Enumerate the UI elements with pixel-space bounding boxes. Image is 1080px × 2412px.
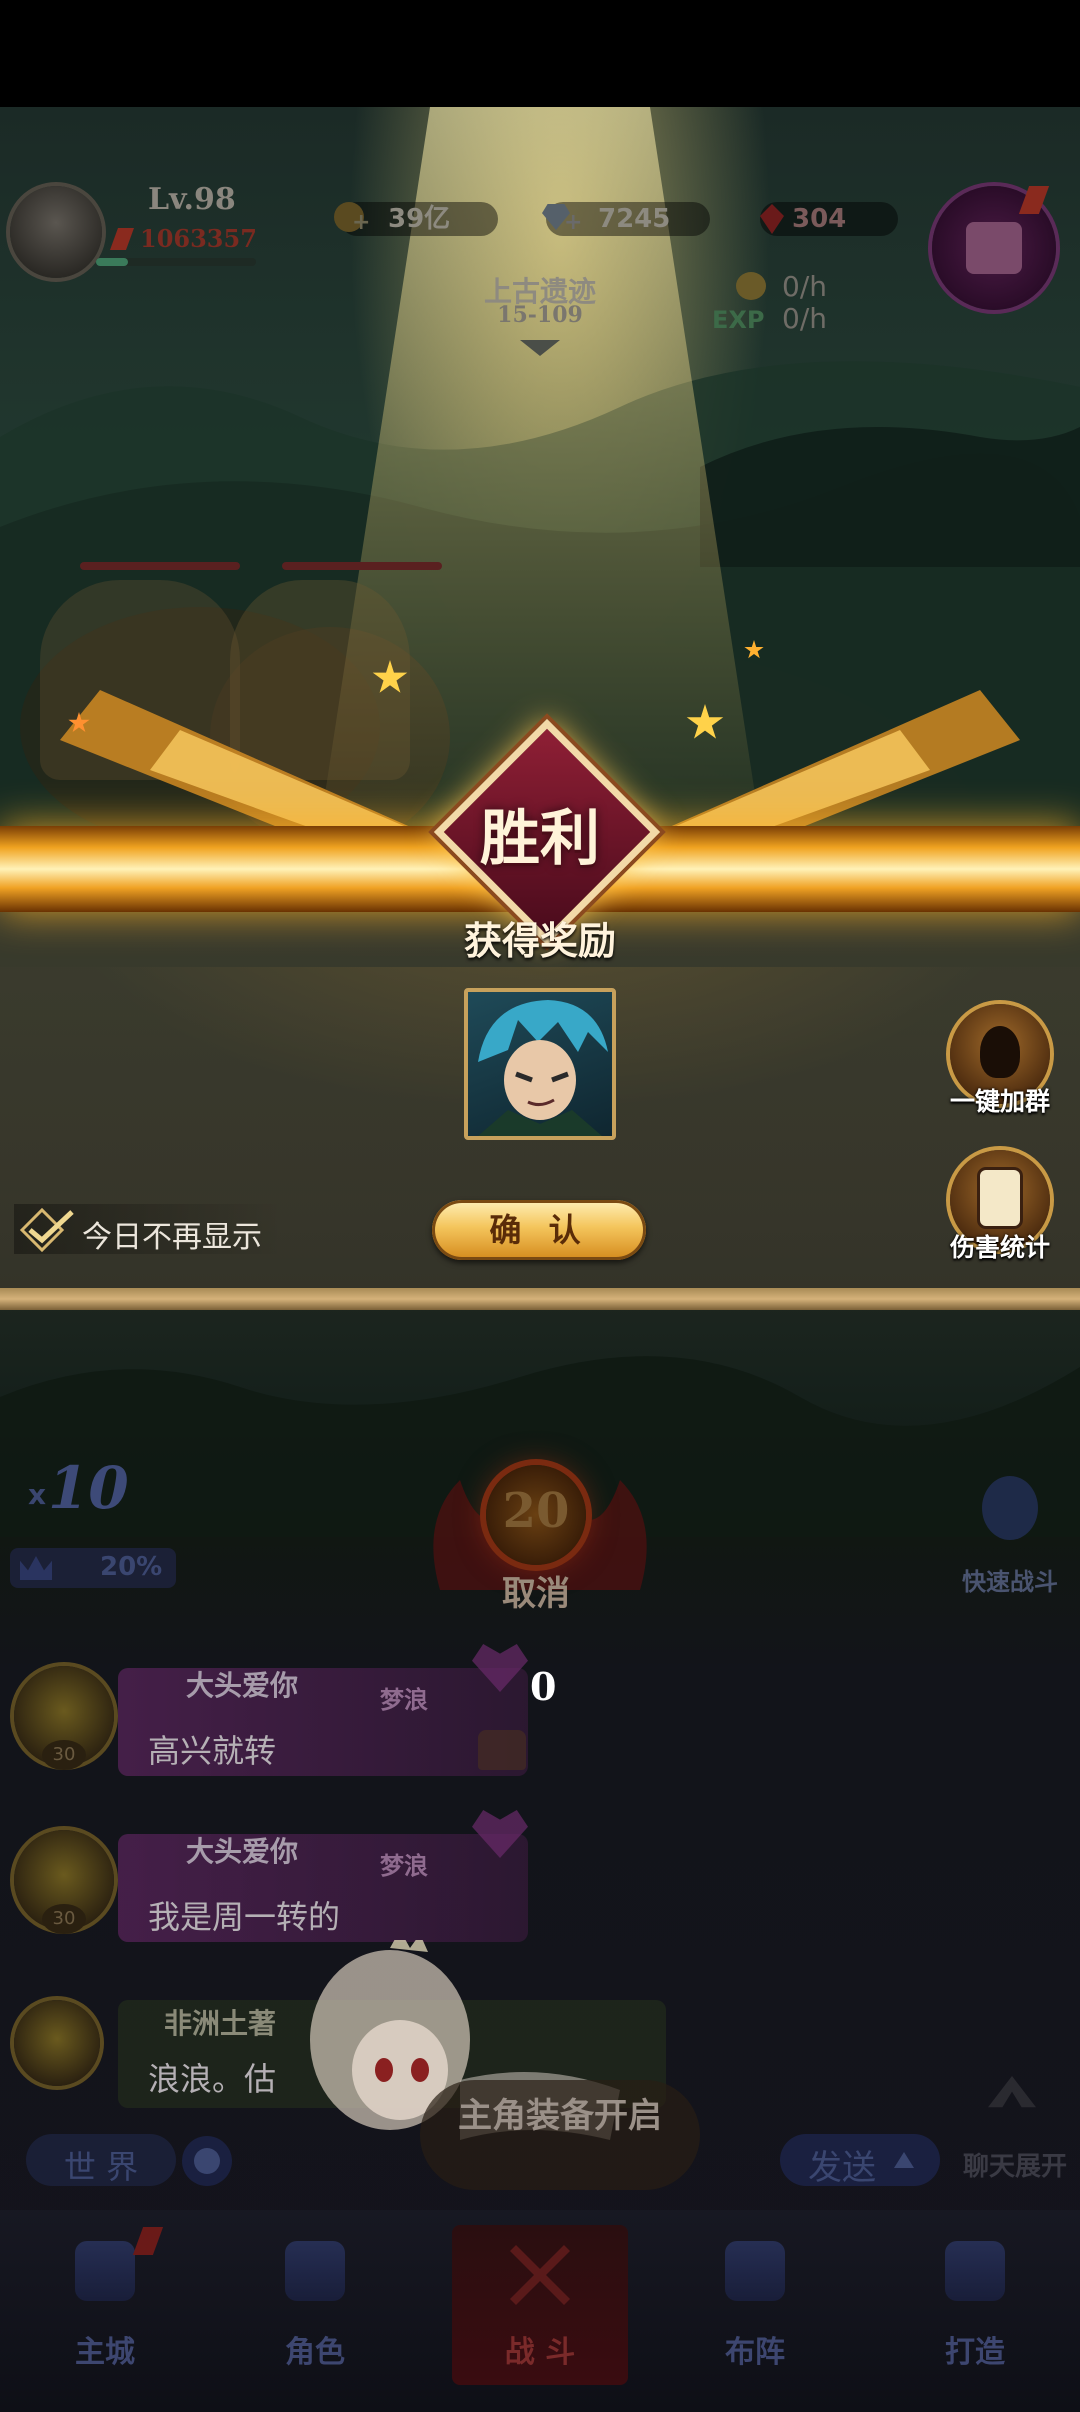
castle-icon xyxy=(75,2241,135,2301)
nav-battle[interactable]: 战 斗 xyxy=(452,2225,628,2385)
notification-badge-icon xyxy=(132,2227,164,2255)
chat-sender-tag: 梦浪 xyxy=(380,1686,428,1714)
stage-number: 15-109 xyxy=(497,302,583,328)
damage-stats-label[interactable]: 伤害统计 xyxy=(920,1228,1080,1264)
send-label: 发送 xyxy=(808,2148,876,2188)
enemy-hp-bar xyxy=(282,562,442,570)
bonus-percent: 20% xyxy=(100,1552,163,1582)
join-group-label[interactable]: 一键加群 xyxy=(920,1082,1080,1118)
crown-icon xyxy=(20,1556,52,1580)
nav-label: 角色 xyxy=(285,2335,345,2370)
chat-message-text: 浪浪。估 xyxy=(148,2060,277,2098)
emoji-button[interactable] xyxy=(182,2136,232,2186)
gem-amount: 304 xyxy=(792,204,847,234)
chat-avatar[interactable]: 30 xyxy=(14,1666,114,1770)
quick-battle-button[interactable] xyxy=(960,1472,1060,1552)
unread-count: 0 xyxy=(530,1664,557,1709)
ruby-icon xyxy=(760,204,784,234)
chat-message-text: 高兴就转 xyxy=(148,1732,277,1770)
checkbox-check-icon xyxy=(19,1207,74,1252)
status-bar xyxy=(0,0,1080,107)
penguin-icon xyxy=(980,1026,1020,1078)
add-diamond-icon[interactable]: + xyxy=(564,206,582,240)
add-gold-icon[interactable]: + xyxy=(352,206,370,240)
gold-rate: 0/h xyxy=(782,270,827,303)
cake-icon xyxy=(478,1730,526,1770)
exp-bar xyxy=(96,258,256,266)
panel-bottom-border xyxy=(0,1288,1080,1310)
quick-battle-label[interactable]: 快速战斗 xyxy=(940,1562,1080,1597)
gold-amount: 39亿 xyxy=(388,204,451,234)
speed-multiplier[interactable]: x 10 xyxy=(14,1450,134,1522)
quest-scroll-button[interactable] xyxy=(932,186,1056,310)
chat-avatar[interactable]: 30 xyxy=(14,1830,114,1934)
nav-label: 布阵 xyxy=(725,2335,785,2370)
nav-formation[interactable]: 布阵 xyxy=(680,2225,830,2385)
chat-channel-label: 世 界 xyxy=(63,2148,139,2186)
clipboard-icon xyxy=(980,1170,1020,1226)
feature-unlock-text: 主角装备开启 xyxy=(458,2096,662,2136)
feature-unlock-notice: 主角装备开启 xyxy=(420,2080,700,2190)
helmet-icon xyxy=(285,2241,345,2301)
enemy-hp-bar xyxy=(80,562,240,570)
chat-sender-name[interactable]: 大头爱你 xyxy=(186,1830,298,1870)
dont-show-today-toggle[interactable]: 今日不再显示 xyxy=(14,1204,284,1255)
cancel-button[interactable]: 取消 xyxy=(480,1566,592,1615)
countdown-timer: 20 xyxy=(486,1465,586,1565)
nav-label: 打造 xyxy=(945,2335,1005,2370)
chat-level-badge: 30 xyxy=(42,1904,86,1934)
nav-main-city[interactable]: 主城 xyxy=(30,2225,180,2385)
speed-value: 10 xyxy=(48,1454,129,1522)
chat-message-text: 我是周一转的 xyxy=(148,1898,341,1936)
hero-portrait-icon xyxy=(478,1000,608,1136)
exp-rate-label: EXP xyxy=(712,306,765,334)
reward-hero-card[interactable] xyxy=(464,988,616,1140)
reward-title: 获得奖励 xyxy=(463,919,616,963)
victory-title: 胜利 xyxy=(480,804,600,874)
confirm-button[interactable]: 确 认 xyxy=(432,1200,646,1260)
chat-channel-button[interactable]: 世 界 xyxy=(26,2134,176,2186)
nav-label: 主城 xyxy=(75,2335,135,2370)
dont-show-today-label: 今日不再显示 xyxy=(82,1220,262,1255)
chat-sender-tag: 梦浪 xyxy=(380,1852,428,1880)
chat-sender-name[interactable]: 大头爱你 xyxy=(186,1664,298,1704)
anvil-icon xyxy=(945,2241,1005,2301)
smiley-icon xyxy=(194,2148,220,2174)
player-level: Lv.98 xyxy=(148,182,236,217)
gold-rate-icon xyxy=(736,272,766,300)
chat-expand-label[interactable]: 聊天展开 xyxy=(952,2146,1078,2183)
hourglass-icon xyxy=(982,1476,1038,1540)
bonus-percent-pill: 20% xyxy=(10,1548,176,1588)
player-power: 1063357 xyxy=(140,224,257,253)
chat-avatar[interactable] xyxy=(14,2000,100,2086)
diamond-amount: 7245 xyxy=(598,204,671,234)
send-button[interactable]: 发送 xyxy=(780,2134,940,2188)
diamond-counter[interactable]: + 7245 xyxy=(542,202,710,236)
formation-icon xyxy=(725,2241,785,2301)
gold-counter[interactable]: + 39亿 xyxy=(334,202,498,236)
gem-counter[interactable]: 304 xyxy=(760,202,898,236)
arrow-up-icon xyxy=(894,2152,914,2168)
speed-prefix: x xyxy=(28,1478,47,1511)
scroll-icon xyxy=(966,222,1022,274)
nav-forge[interactable]: 打造 xyxy=(900,2225,1050,2385)
chat-sender-name[interactable]: 非洲土著 xyxy=(164,2002,276,2042)
nav-label: 战 斗 xyxy=(504,2335,576,2370)
exp-rate: 0/h xyxy=(782,302,827,335)
chat-level-badge: 30 xyxy=(42,1740,86,1770)
nav-character[interactable]: 角色 xyxy=(240,2225,390,2385)
countdown-value: 20 xyxy=(502,1483,570,1539)
crossed-swords-icon xyxy=(510,2245,570,2305)
player-avatar[interactable] xyxy=(10,186,102,278)
